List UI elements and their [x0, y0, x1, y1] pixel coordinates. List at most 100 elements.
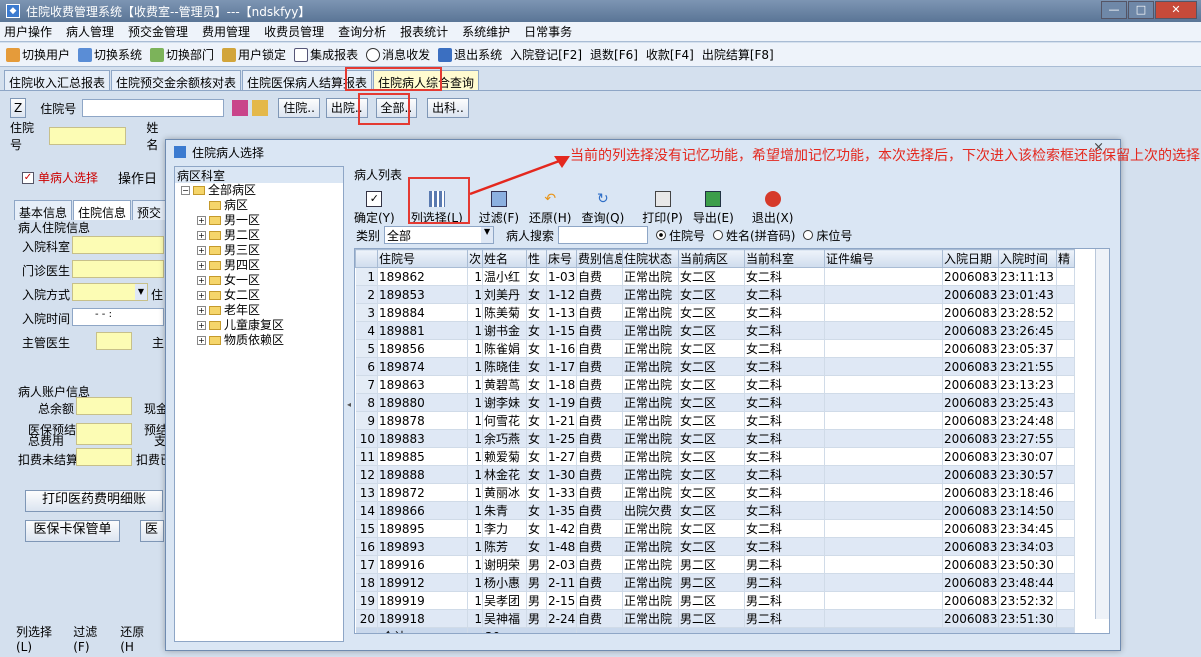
table-row[interactable]: 41898811谢书金女1-15自费正常出院女二区女二科 2006083123:2… — [355, 321, 1075, 340]
refund-button[interactable]: 退数[F6] — [590, 46, 638, 63]
dept-out-button[interactable]: 出科.. — [427, 98, 469, 118]
column-header[interactable]: 性 — [526, 249, 547, 268]
query-button[interactable]: ↻ 查询(Q) — [581, 191, 624, 226]
column-header[interactable]: 当前病区 — [678, 249, 745, 268]
table-row[interactable]: 161898931陈芳女1-48自费正常出院女二区女二科 2006083123:3… — [355, 537, 1075, 556]
table-row[interactable]: 151898951李力女1-42自费正常出院女二区女二科 2006083123:3… — [355, 519, 1075, 538]
bottom-column-select[interactable]: 列选择(L) — [16, 623, 61, 654]
bottom-filter[interactable]: 过滤(F) — [73, 623, 108, 654]
tree-node[interactable]: + 女一区 — [175, 273, 343, 288]
expand-icon[interactable]: + — [197, 246, 206, 255]
column-header[interactable]: 证件编号 — [824, 249, 943, 268]
tree-node[interactable]: + 男一区 — [175, 213, 343, 228]
integrated-report-button[interactable]: 集成报表 — [294, 46, 358, 63]
table-row[interactable]: 191899191吴孝团男2-15自费正常出院男二区男二科 2006083123:… — [355, 591, 1075, 610]
switch-system-button[interactable]: 切换系统 — [78, 46, 142, 63]
column-header[interactable]: 入院日期 — [942, 249, 999, 268]
column-select-button[interactable]: 列选择(L) — [411, 191, 463, 226]
admit-method-select[interactable]: ▼ — [72, 283, 148, 301]
column-header[interactable]: 入院时间 — [998, 249, 1057, 268]
chevron-down-icon[interactable]: ▼ — [135, 284, 147, 300]
table-row[interactable]: 111898851赖爱菊女1-27自费正常出院女二区女二科 2006083123:… — [355, 447, 1075, 466]
exit-system-button[interactable]: 退出系统 — [438, 46, 502, 63]
admit-dept-field[interactable] — [72, 236, 164, 254]
switch-dept-button[interactable]: 切换部门 — [150, 46, 214, 63]
radio-bed-no[interactable]: 床位号 — [803, 227, 852, 244]
expand-icon[interactable]: − — [181, 186, 190, 195]
menu-user-ops[interactable]: 用户操作 — [4, 23, 52, 40]
message-button[interactable]: 消息收发 — [366, 46, 430, 63]
expand-icon[interactable]: + — [197, 231, 206, 240]
table-row[interactable]: 121898881林金花女1-30自费正常出院女二区女二科 2006083123:… — [355, 465, 1075, 484]
medicare-card-button[interactable]: 医保卡保管单 — [25, 520, 120, 542]
switch-user-button[interactable]: 切换用户 — [6, 46, 70, 63]
tree-node[interactable]: − 全部病区 — [175, 183, 343, 198]
lock-user-button[interactable]: 用户锁定 — [222, 46, 286, 63]
column-header[interactable]: 次 — [467, 249, 483, 268]
tab-income-summary[interactable]: 住院收入汇总报表 — [4, 70, 111, 90]
collect-button[interactable]: 收款[F4] — [646, 46, 694, 63]
tree-node[interactable]: + 老年区 — [175, 303, 343, 318]
admission-register-button[interactable]: 入院登记[F2] — [510, 46, 582, 63]
card-icon[interactable] — [232, 100, 249, 116]
discharge-settle-button[interactable]: 出院结算[F8] — [702, 46, 774, 63]
menu-daily[interactable]: 日常事务 — [524, 23, 572, 40]
table-row[interactable]: 171899161谢明荣男2-03自费正常出院男二区男二科 2006083123:… — [355, 555, 1075, 574]
column-header[interactable]: 姓名 — [482, 249, 527, 268]
expand-icon[interactable]: + — [197, 336, 206, 345]
tab-inpatient-info[interactable]: 住院信息 — [73, 200, 132, 220]
column-header[interactable]: 当前科室 — [744, 249, 825, 268]
inpatient-no-input[interactable] — [82, 99, 225, 117]
print-button[interactable]: 打印(P) — [642, 191, 683, 226]
maximize-button[interactable]: □ — [1128, 1, 1154, 19]
table-row[interactable]: 181899121杨小惠男2-11自费正常出院男二区男二科 2006083123:… — [355, 573, 1075, 592]
expand-icon[interactable]: + — [197, 321, 206, 330]
tree-node[interactable]: + 男三区 — [175, 243, 343, 258]
tab-medicare-settle[interactable]: 住院医保病人结算报表 — [242, 70, 373, 90]
table-row[interactable]: 21898531刘美丹女1-12自费正常出院女二区女二科 2006083123:0… — [355, 285, 1075, 304]
menu-reports[interactable]: 报表统计 — [400, 23, 448, 40]
tree-node[interactable]: + 女二区 — [175, 288, 343, 303]
menu-query[interactable]: 查询分析 — [338, 23, 386, 40]
print-detail-button[interactable]: 打印医药费明细账 — [25, 490, 163, 512]
tab-deposit[interactable]: 预交 — [132, 200, 167, 220]
table-row[interactable]: 141898661朱青女1-35自费出院欠费女二区女二科 2006083123:1… — [355, 501, 1075, 520]
radio-name[interactable]: 姓名(拼音码) — [713, 227, 795, 244]
table-row[interactable]: 11898621温小红女1-03自费正常出院女二区女二科2006083123:1… — [355, 267, 1075, 286]
tree-node[interactable]: + 儿童康复区 — [175, 318, 343, 333]
export-button[interactable]: 导出(E) — [693, 191, 734, 226]
table-row[interactable]: 131898721黄丽冰女1-33自费正常出院女二区女二科 2006083123:… — [355, 483, 1075, 502]
column-header[interactable]: 精 — [1056, 249, 1075, 268]
inpatient-no-field[interactable] — [49, 127, 127, 145]
all-button[interactable]: 全部.. — [375, 98, 418, 118]
column-header[interactable]: 住院状态 — [622, 249, 679, 268]
z-button[interactable]: Z — [10, 98, 27, 118]
lookup-icon[interactable] — [252, 100, 269, 116]
close-button[interactable]: ✕ — [1155, 1, 1197, 19]
admit-time-field[interactable]: - - : — [72, 308, 164, 326]
table-row[interactable]: 61898741陈晓佳女1-17自费正常出院女二区女二科 2006083123:2… — [355, 357, 1075, 376]
menu-patient[interactable]: 病人管理 — [66, 23, 114, 40]
tab-patient-query[interactable]: 住院病人综合查询 — [373, 70, 480, 90]
tree-node[interactable]: + 物质依赖区 — [175, 333, 343, 348]
menu-deposit[interactable]: 预交金管理 — [128, 23, 188, 40]
inpatient-button[interactable]: 住院.. — [278, 98, 320, 118]
column-header[interactable]: 床号 — [546, 249, 577, 268]
minimize-button[interactable]: — — [1101, 1, 1127, 19]
tab-basic-info[interactable]: 基本信息 — [14, 200, 73, 220]
table-row[interactable]: 51898561陈雀娟女1-16自费正常出院女二区女二科 2006083123:0… — [355, 339, 1075, 358]
doctor-field[interactable] — [96, 332, 132, 350]
expand-icon[interactable]: + — [197, 306, 206, 315]
table-row[interactable]: 71898631黄碧茑女1-18自费正常出院女二区女二科 2006083123:1… — [355, 375, 1075, 394]
confirm-button[interactable]: ✓ 确定(Y) — [354, 191, 395, 226]
table-row[interactable]: 201899181吴神福男2-24自费正常出院男二区男二科 2006083123:… — [355, 609, 1075, 628]
table-row[interactable]: 101898831余巧燕女1-25自费正常出院女二区女二科 2006083123:… — [355, 429, 1075, 448]
column-header[interactable]: 费别信息 — [576, 249, 623, 268]
category-select[interactable]: 全部 ▼ — [384, 226, 495, 244]
menu-maintenance[interactable]: 系统维护 — [462, 23, 510, 40]
discharged-button[interactable]: 出院.. — [325, 98, 368, 118]
patient-search-input[interactable] — [558, 226, 649, 244]
vertical-scrollbar[interactable] — [1095, 249, 1109, 619]
column-header[interactable]: 住院号 — [377, 249, 468, 268]
menu-cashier[interactable]: 收费员管理 — [264, 23, 324, 40]
